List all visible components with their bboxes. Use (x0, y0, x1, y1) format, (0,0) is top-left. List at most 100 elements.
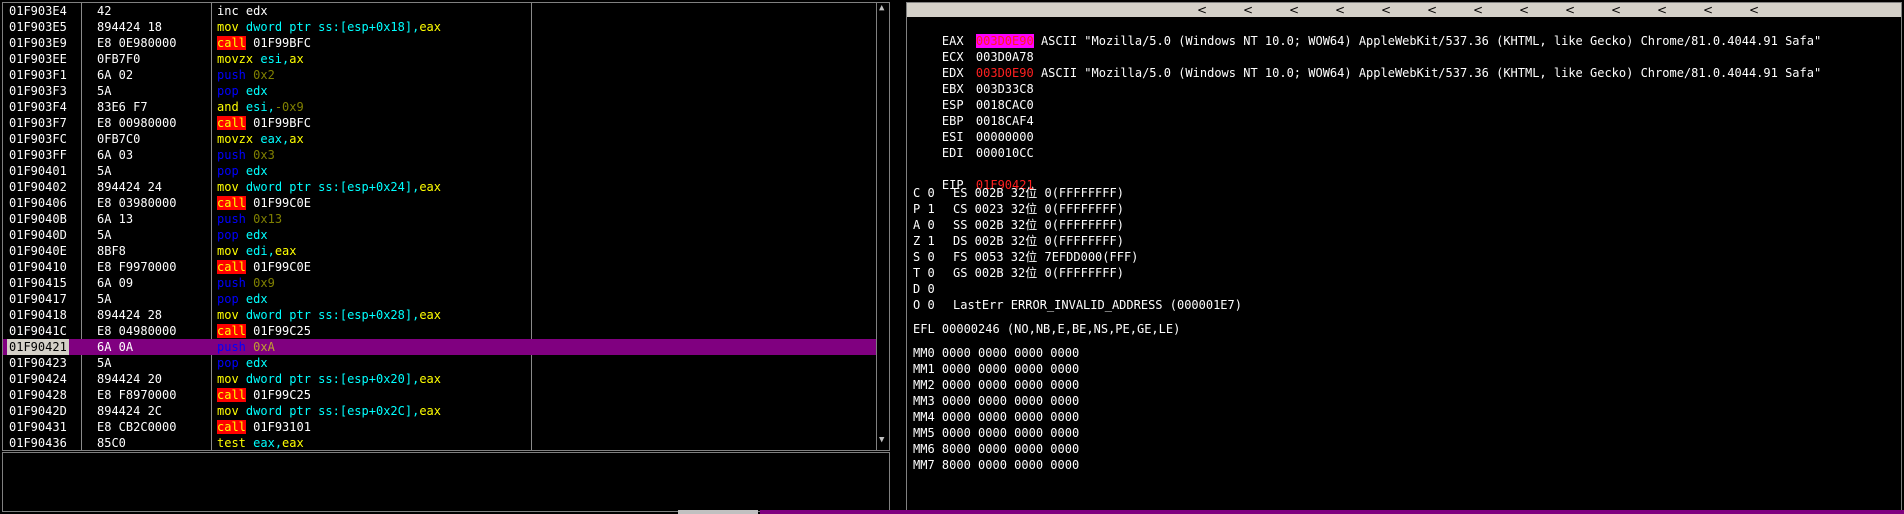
scroll-left-icon[interactable]: < (1473, 3, 1483, 17)
flag-line[interactable]: D 0 (913, 281, 953, 297)
disassembly-pane[interactable]: 01F903E4 42 inc edx 01F903E5 894424 18 mov dw… (2, 2, 890, 451)
scroll-left-icon[interactable]: < (1657, 3, 1667, 17)
flag-line[interactable]: C 0 ES 002B 32位 0(FFFFFFFF) (913, 185, 1124, 201)
disassembly-scrollbar[interactable]: ▲ ▼ (876, 3, 889, 450)
mmx-register[interactable]: MM5 0000 0000 0000 0000 (913, 425, 1079, 441)
operand: 01F99C25 (253, 388, 311, 402)
operand: 0x3 (253, 148, 275, 162)
instruction-row[interactable]: 01F903FF 6A 03 push 0x3 (3, 147, 879, 163)
scroll-left-icon[interactable]: < (1289, 3, 1299, 17)
instruction-row[interactable]: 01F90423 5A pop edx (3, 355, 879, 371)
instruction-address: 01F90406 (9, 196, 67, 210)
instruction-text: inc edx (217, 3, 268, 19)
instruction-row[interactable]: 01F903F3 5A pop edx (3, 83, 879, 99)
registers-header[interactable]: 寄存器 (MMX) < < < < < < < < < < < < < (907, 3, 1901, 31)
instruction-row[interactable]: 01F903EE 0FB7F0 movzx esi,ax (3, 51, 879, 67)
flag-value[interactable]: C 0 (913, 185, 953, 201)
instruction-text: push 0x9 (217, 275, 275, 291)
registers-pane[interactable]: 寄存器 (MMX) < < < < < < < < < < < < < EAX 003D0E90 ASCI… (906, 2, 1902, 511)
instruction-row[interactable]: 01F90418 894424 28 mov dword ptr ss:[esp+0… (3, 307, 879, 323)
flag-value[interactable]: A 0 (913, 217, 953, 233)
instruction-row[interactable]: 01F9041C E8 04980000 call 01F99C25 (3, 323, 879, 339)
scroll-left-icon[interactable]: < (1703, 3, 1713, 17)
instruction-bytes: E8 00980000 (97, 116, 177, 130)
scroll-down-icon[interactable]: ▼ (879, 435, 884, 445)
instruction-text: pop edx (217, 83, 268, 99)
flag-line[interactable]: A 0 SS 002B 32位 0(FFFFFFFF) (913, 217, 1124, 233)
mmx-register[interactable]: MM4 0000 0000 0000 0000 (913, 409, 1079, 425)
mmx-register[interactable]: MM0 0000 0000 0000 0000 (913, 345, 1079, 361)
instruction-row[interactable]: 01F903F7 E8 00980000 call 01F99BFC (3, 115, 879, 131)
flag-line[interactable]: T 0 GS 002B 32位 0(FFFFFFFF) (913, 265, 1124, 281)
operand: edx (245, 84, 268, 98)
instruction-row[interactable]: 01F903E9 E8 0E980000 call 01F99BFC (3, 35, 879, 51)
scroll-left-icon[interactable]: < (1749, 3, 1759, 17)
flag-line[interactable]: S 0 FS 0053 32位 7EFDD000(FFF) (913, 249, 1138, 265)
mmx-register[interactable]: MM2 0000 0000 0000 0000 (913, 377, 1079, 393)
scroll-left-icon[interactable]: < (1243, 3, 1253, 17)
reg-ecx[interactable]: ECX 003D0A78 (913, 33, 1034, 64)
instruction-row[interactable]: 01F90424 894424 20 mov dword ptr ss:[esp+0… (3, 371, 879, 387)
reg-value[interactable]: 000010CC (976, 146, 1034, 160)
flag-value[interactable]: O 0 (913, 297, 953, 313)
scroll-left-icon[interactable]: < (1197, 3, 1207, 17)
instruction-row[interactable]: 01F9042D 894424 2C mov dword ptr ss:[esp+0… (3, 403, 879, 419)
scroll-left-icon[interactable]: < (1565, 3, 1575, 17)
flag-value[interactable]: S 0 (913, 249, 953, 265)
instruction-row[interactable]: 01F90417 5A pop edx (3, 291, 879, 307)
instruction-row[interactable]: 01F90410 E8 F9970000 call 01F99C0E (3, 259, 879, 275)
efl-line[interactable]: EFL 00000246 (NO,NB,E,BE,NS,PE,GE,LE) (913, 321, 1180, 337)
instruction-bytes: E8 03980000 (97, 196, 177, 210)
instruction-bytes: 5A (97, 292, 112, 306)
flag-value[interactable]: Z 1 (913, 233, 953, 249)
instruction-row[interactable]: 01F903E4 42 inc edx (3, 3, 879, 19)
instruction-row[interactable]: 01F903F1 6A 02 push 0x2 (3, 67, 879, 83)
mmx-register[interactable]: MM6 8000 0000 0000 0000 (913, 441, 1079, 457)
flag-line[interactable]: Z 1 DS 002B 32位 0(FFFFFFFF) (913, 233, 1124, 249)
instruction-row[interactable]: 01F9040E 8BF8 mov edi,eax (3, 243, 879, 259)
reg-edi[interactable]: EDI 000010CC (913, 129, 1034, 160)
instruction-row[interactable]: 01F90428 E8 F8970000 call 01F99C25 (3, 387, 879, 403)
scroll-left-icon[interactable]: < (1381, 3, 1391, 17)
reg-ebx[interactable]: EBX 003D33C8 (913, 65, 1034, 96)
scroll-left-icon[interactable]: < (1519, 3, 1529, 17)
instruction-row[interactable]: 01F90436 85C0 test eax,eax (3, 435, 879, 450)
mmx-register[interactable]: MM7 8000 0000 0000 0000 (913, 457, 1079, 473)
flag-line[interactable]: O 0 LastErr ERROR_INVALID_ADDRESS (000001… (913, 297, 1242, 313)
reg-edx[interactable]: EDX 003D0E90 ASCII "Mozilla/5.0 (Windows … (913, 49, 1821, 80)
reg-eip[interactable]: EIP 01F90421 (913, 161, 1034, 192)
mmx-register[interactable]: MM3 0000 0000 0000 0000 (913, 393, 1079, 409)
dump-pane[interactable] (2, 452, 890, 512)
instruction-row[interactable]: 01F90402 894424 24 mov dword ptr ss:[esp+0… (3, 179, 879, 195)
flag-value[interactable]: D 0 (913, 281, 953, 297)
instruction-row[interactable]: 01F9040B 6A 13 push 0x13 (3, 211, 879, 227)
reg-ebp[interactable]: EBP 0018CAF4 (913, 97, 1034, 128)
instruction-row[interactable]: 01F90415 6A 09 push 0x9 (3, 275, 879, 291)
flag-value[interactable]: P 1 (913, 201, 953, 217)
instruction-bytes: 894424 28 (97, 308, 163, 322)
scroll-left-icon[interactable]: < (1427, 3, 1437, 17)
instruction-row[interactable]: 01F90406 E8 03980000 call 01F99C0E (3, 195, 879, 211)
scroll-left-icon[interactable]: < (1611, 3, 1621, 17)
pane-splitter[interactable] (891, 0, 905, 514)
instruction-row[interactable]: 01F903FC 0FB7C0 movzx eax,ax (3, 131, 879, 147)
instruction-text: call 01F99C25 (217, 387, 311, 403)
reg-eax[interactable]: EAX 003D0E90 ASCII "Mozilla/5.0 (Windows … (913, 17, 1821, 48)
selected-instruction-row[interactable]: 01F90421 6A 0A push 0xA (3, 339, 879, 355)
reg-esp[interactable]: ESP 0018CAC0 (913, 81, 1034, 112)
instruction-text: pop edx (217, 227, 268, 243)
instruction-row[interactable]: 01F90401 5A pop edx (3, 163, 879, 179)
mnemonic: call (217, 260, 246, 274)
scroll-up-icon[interactable]: ▲ (879, 3, 884, 13)
instruction-row[interactable]: 01F90431 E8 CB2C0000 call 01F93101 (3, 419, 879, 435)
reg-esi[interactable]: ESI 00000000 (913, 113, 1034, 144)
flag-value[interactable]: T 0 (913, 265, 953, 281)
mmx-register[interactable]: MM1 0000 0000 0000 0000 (913, 361, 1079, 377)
instruction-row[interactable]: 01F903E5 894424 18 mov dword ptr ss:[esp+0… (3, 19, 879, 35)
instruction-row[interactable]: 01F9040D 5A pop edx (3, 227, 879, 243)
instruction-bytes: 8BF8 (97, 244, 126, 258)
flag-line[interactable]: P 1 CS 0023 32位 0(FFFFFFFF) (913, 201, 1124, 217)
scroll-left-icon[interactable]: < (1335, 3, 1345, 17)
instruction-row[interactable]: 01F903F4 83E6 F7 and esi,-0x9 (3, 99, 879, 115)
instruction-address: 01F90428 (9, 388, 67, 402)
